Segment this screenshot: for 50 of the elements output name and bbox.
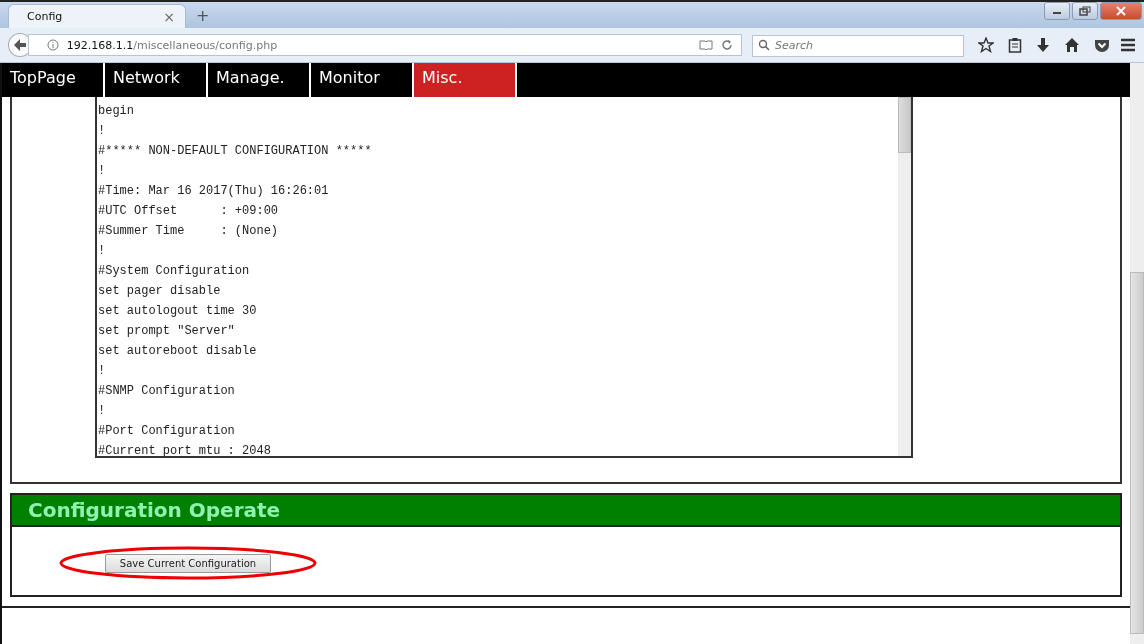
config-line: set autoreboot disable <box>98 343 258 360</box>
config-line: ! <box>98 163 107 180</box>
close-tab-button[interactable]: × <box>163 8 175 25</box>
section-header: Configuration Operate <box>12 495 1120 527</box>
close-icon <box>1115 6 1127 16</box>
menu-icon[interactable] <box>1120 38 1136 52</box>
config-line: #SNMP Configuration <box>98 383 236 400</box>
config-line: #Time: Mar 16 2017(Thu) 16:26:01 <box>98 183 330 200</box>
minimize-button[interactable] <box>1044 2 1070 20</box>
search-icon <box>758 39 770 51</box>
new-tab-button[interactable]: + <box>196 6 210 25</box>
nav-tab[interactable]: TopPage <box>2 63 105 97</box>
nav-tab[interactable]: Misc. <box>414 63 517 97</box>
reader-view-icon[interactable] <box>699 39 713 51</box>
info-icon <box>46 39 59 51</box>
textarea-scrollbar[interactable] <box>898 97 911 456</box>
clipboard-icon[interactable] <box>1008 37 1022 53</box>
restore-icon <box>1079 6 1091 16</box>
restore-button[interactable] <box>1072 2 1098 20</box>
browser-tab[interactable]: Config × <box>8 4 186 28</box>
home-icon[interactable] <box>1064 37 1080 53</box>
download-icon[interactable] <box>1036 37 1050 53</box>
config-line: set pager disable <box>98 283 222 300</box>
config-line: ! <box>98 123 107 140</box>
config-line: #System Configuration <box>98 263 251 280</box>
back-arrow-icon <box>12 38 27 52</box>
search-field[interactable]: Search <box>752 34 964 57</box>
config-line: #UTC Offset : +09:00 <box>98 203 280 220</box>
config-line: set prompt "Server" <box>98 323 236 340</box>
config-line: ! <box>98 363 107 380</box>
tab-title: Config <box>27 10 63 23</box>
address-bar[interactable]: 192.168.1.1/miscellaneous/config.php <box>27 34 742 56</box>
config-line: #Current port mtu : 2048 <box>98 443 272 456</box>
nav-tab[interactable]: Network <box>105 63 208 97</box>
config-line: begin <box>98 103 135 120</box>
url-text: 192.168.1.1/miscellaneous/config.php <box>66 38 279 52</box>
config-textarea[interactable] <box>95 97 913 458</box>
config-line: ! <box>98 403 107 420</box>
page-scrollbar[interactable] <box>1130 63 1144 644</box>
nav-tab[interactable]: Manage. <box>208 63 311 97</box>
star-icon[interactable] <box>978 37 994 53</box>
config-line: #Port Configuration <box>98 423 236 440</box>
config-line: #Summer Time : (None) <box>98 223 280 240</box>
config-line: ! <box>98 243 107 260</box>
close-window-button[interactable] <box>1100 2 1142 20</box>
config-line: set autologout time 30 <box>98 303 258 320</box>
reload-icon[interactable] <box>721 39 733 51</box>
save-configuration-button[interactable]: Save Current Configuration <box>104 553 272 573</box>
pocket-icon[interactable] <box>1094 37 1110 53</box>
config-line: #***** NON-DEFAULT CONFIGURATION ***** <box>98 143 373 160</box>
